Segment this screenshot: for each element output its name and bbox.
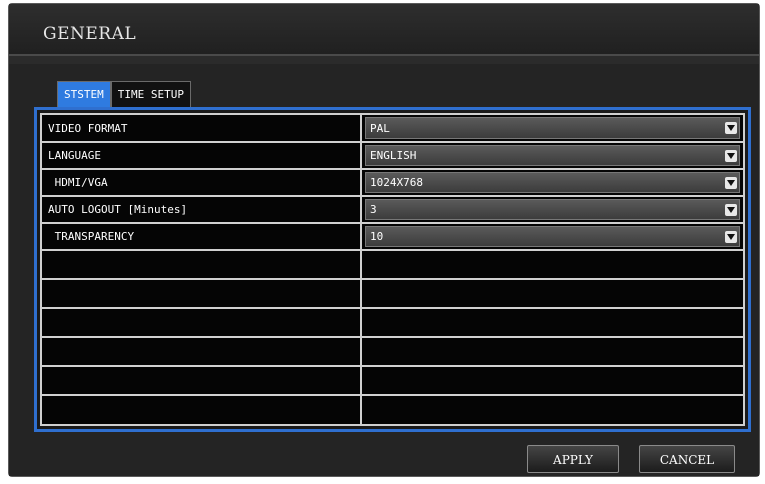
tab-time-setup[interactable]: TIME SETUP xyxy=(110,81,191,107)
auto-logout-select[interactable]: 3 xyxy=(365,199,740,220)
language-select[interactable]: ENGLISH xyxy=(365,145,740,166)
hdmi-vga-cell: 1024X768 xyxy=(362,170,743,197)
transparency-select[interactable]: 10 xyxy=(365,226,740,247)
apply-button[interactable]: APPLY xyxy=(527,445,619,473)
tab-system[interactable]: STSTEM xyxy=(57,81,111,107)
empty-cell xyxy=(362,396,743,424)
cancel-button[interactable]: CANCEL xyxy=(639,445,735,473)
table-row-hdmi-vga: HDMI/VGA 1024X768 xyxy=(42,170,743,197)
auto-logout-value: 3 xyxy=(370,203,377,216)
language-cell: ENGLISH xyxy=(362,143,743,170)
empty-cell xyxy=(42,309,362,338)
empty-cell xyxy=(362,309,743,338)
language-label: LANGUAGE xyxy=(42,143,362,170)
empty-cell xyxy=(42,251,362,280)
empty-cell xyxy=(362,280,743,309)
settings-table: VIDEO FORMAT PAL LANGUAGE ENGLISH HDMI/V… xyxy=(40,113,745,426)
hdmi-vga-select[interactable]: 1024X768 xyxy=(365,172,740,193)
auto-logout-cell: 3 xyxy=(362,197,743,224)
video-format-value: PAL xyxy=(370,121,390,135)
transparency-value: 10 xyxy=(370,230,384,243)
table-row-language: LANGUAGE ENGLISH xyxy=(42,143,743,170)
table-row xyxy=(42,338,743,367)
language-value: ENGLISH xyxy=(370,149,417,162)
table-row-video-format: VIDEO FORMAT PAL xyxy=(42,115,743,143)
transparency-cell: 10 xyxy=(362,224,743,251)
table-row xyxy=(42,251,743,280)
empty-cell xyxy=(42,396,362,424)
video-format-cell: PAL xyxy=(362,115,743,143)
table-row-transparency: TRANSPARENCY 10 xyxy=(42,224,743,251)
empty-cell xyxy=(362,367,743,396)
settings-panel: VIDEO FORMAT PAL LANGUAGE ENGLISH HDMI/V… xyxy=(34,107,751,432)
table-row-auto-logout: AUTO LOGOUT [Minutes] 3 xyxy=(42,197,743,224)
chevron-down-icon[interactable] xyxy=(725,149,737,162)
chevron-down-icon[interactable] xyxy=(725,122,737,134)
chevron-down-icon[interactable] xyxy=(725,203,737,216)
video-format-label: VIDEO FORMAT xyxy=(42,115,362,143)
hdmi-vga-label: HDMI/VGA xyxy=(42,170,362,197)
tab-bar: STSTEM TIME SETUP xyxy=(57,81,191,107)
table-row xyxy=(42,396,743,424)
table-row xyxy=(42,280,743,309)
empty-cell xyxy=(362,338,743,367)
chevron-down-icon[interactable] xyxy=(725,230,737,243)
empty-cell xyxy=(362,251,743,280)
general-settings-window: GENERAL STSTEM TIME SETUP VIDEO FORMAT P… xyxy=(8,3,760,477)
title-bar: GENERAL xyxy=(9,4,759,56)
empty-cell xyxy=(42,367,362,396)
chevron-down-icon[interactable] xyxy=(725,176,737,189)
auto-logout-label: AUTO LOGOUT [Minutes] xyxy=(42,197,362,224)
hdmi-vga-value: 1024X768 xyxy=(370,176,423,189)
transparency-label: TRANSPARENCY xyxy=(42,224,362,251)
table-row xyxy=(42,309,743,338)
video-format-select[interactable]: PAL xyxy=(365,117,740,139)
settings-body: STSTEM TIME SETUP VIDEO FORMAT PAL LANGU… xyxy=(9,64,759,476)
empty-cell xyxy=(42,280,362,309)
window-title: GENERAL xyxy=(43,24,137,44)
table-row xyxy=(42,367,743,396)
empty-cell xyxy=(42,338,362,367)
